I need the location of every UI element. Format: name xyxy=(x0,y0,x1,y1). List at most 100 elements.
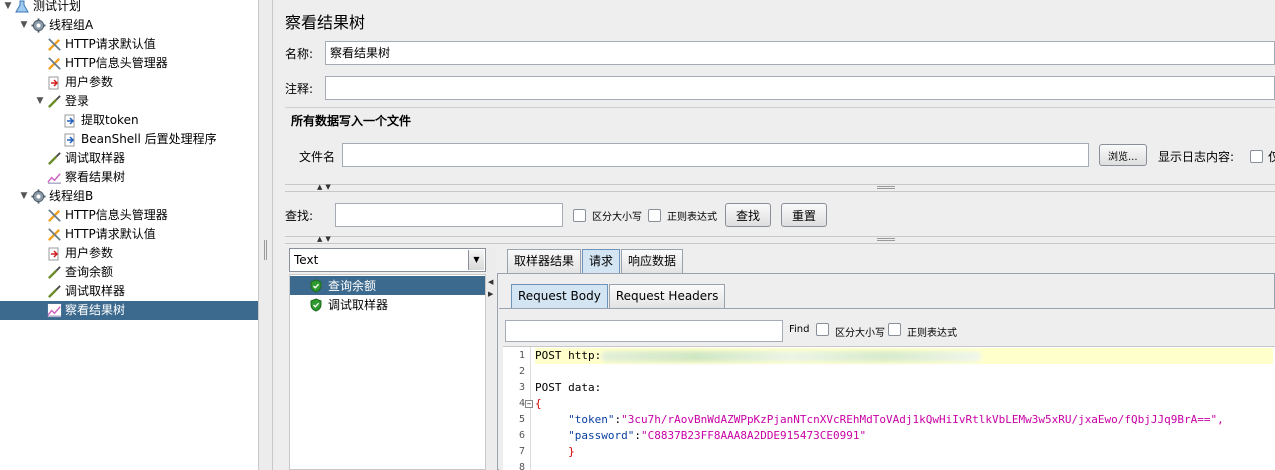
detail-tab-0[interactable]: 取样器结果 xyxy=(507,249,582,273)
search-input[interactable] xyxy=(335,203,563,227)
browse-button[interactable]: 浏览... xyxy=(1099,144,1147,166)
line-number: 5 xyxy=(518,414,525,425)
middle-divider[interactable] xyxy=(285,236,1275,244)
results-splitter[interactable]: ◀ ▶ xyxy=(486,248,496,470)
detail-tab-2[interactable]: 响应数据 xyxy=(621,249,684,273)
tree-node[interactable]: HTTP信息头管理器 xyxy=(34,206,172,225)
code-line: "token":"3cu7h/rAovBnWdAZWPpKzPjanNTcnXV… xyxy=(568,413,1224,426)
regex-checkbox[interactable] xyxy=(648,208,661,222)
line-number: 1 xyxy=(518,350,525,361)
preprocessor-icon xyxy=(46,246,62,262)
sample-result-item[interactable]: 查询余额 xyxy=(290,276,485,295)
middle-divider-arrows[interactable]: ▲▼ xyxy=(317,235,334,243)
tree-node[interactable]: 察看结果树 xyxy=(0,301,258,320)
tree-splitter[interactable] xyxy=(259,0,273,470)
tree-node[interactable]: 调试取样器 xyxy=(34,149,129,168)
chevron-down-icon[interactable]: ▼ xyxy=(18,16,30,35)
comment-row: 注释: xyxy=(285,76,1275,100)
request-body-editor[interactable]: 1 2 3 4−5 6 7 8 POST http: POST data: { "token":… xyxy=(503,346,1275,470)
fold-toggle-icon[interactable]: − xyxy=(525,400,533,408)
chevron-down-icon[interactable]: ▼ xyxy=(18,187,30,206)
wrench-icon xyxy=(46,208,62,224)
tree-node[interactable]: HTTP请求默认值 xyxy=(34,35,160,54)
case-sensitive-checkbox[interactable] xyxy=(573,208,586,222)
tree-node-label: HTTP请求默认值 xyxy=(65,227,156,241)
tree-node[interactable]: ▼ 测试计划 xyxy=(2,0,85,16)
file-group-title: 所有数据写入一个文件 xyxy=(291,114,412,128)
code-line: "password":"C8837B23FF8AAA8A2DDE915473CE… xyxy=(568,429,867,442)
listener-icon xyxy=(46,303,62,319)
search-row: 查找: 区分大小写 正则表达式 查找 重置 xyxy=(285,203,828,227)
renderer-select[interactable]: Text ▼ xyxy=(289,248,486,272)
tree-node[interactable]: 察看结果树 xyxy=(34,168,129,187)
code-text: POST data: xyxy=(535,381,602,394)
sample-result-label: 查询余额 xyxy=(328,279,377,293)
pipette-icon xyxy=(46,151,62,167)
detail-tabs: 取样器结果 请求 响应数据 xyxy=(507,249,684,273)
middle-divider-grip[interactable] xyxy=(877,238,895,241)
tree-node[interactable]: 提取token xyxy=(50,111,143,130)
tree-node-label: 测试计划 xyxy=(33,0,82,13)
filename-input[interactable] xyxy=(342,143,1089,167)
body-case-checkbox[interactable] xyxy=(816,323,829,336)
name-row: 名称: 察看结果树 xyxy=(285,41,1275,65)
tree-node[interactable]: ▼ 登录 xyxy=(34,92,93,111)
tree-node-label: 调试取样器 xyxy=(65,151,126,165)
tree-node[interactable]: 用户参数 xyxy=(34,244,117,263)
code-line: POST http: xyxy=(535,348,1273,364)
sample-results-list[interactable]: 查询余额调试取样器 xyxy=(289,274,486,470)
divider-arrows[interactable]: ▲▼ xyxy=(317,183,334,191)
tree-node[interactable]: 用户参数 xyxy=(34,73,117,92)
sample-result-item[interactable]: 调试取样器 xyxy=(290,295,485,314)
chevron-down-icon[interactable]: ▼ xyxy=(2,0,14,16)
log-display-label: 显示日志内容: xyxy=(1158,150,1235,164)
line-number: 3 xyxy=(518,382,525,393)
panel-title: 察看结果树 xyxy=(285,13,366,32)
tree-node-label: 调试取样器 xyxy=(65,284,126,298)
postprocessor-icon xyxy=(62,113,78,129)
chevron-down-icon[interactable]: ▼ xyxy=(468,250,484,270)
collapse-left-icon[interactable]: ◀ xyxy=(488,278,493,286)
test-plan-icon xyxy=(14,0,30,15)
tree-node-label: HTTP信息头管理器 xyxy=(65,56,168,70)
tree-node[interactable]: HTTP信息头管理器 xyxy=(34,54,172,73)
code-text: } xyxy=(535,445,575,458)
log-errors-only-checkbox[interactable] xyxy=(1250,150,1263,163)
tree-node[interactable]: 查询余额 xyxy=(34,263,117,282)
name-label: 名称: xyxy=(285,46,314,61)
collapse-right-icon[interactable]: ▶ xyxy=(488,290,493,298)
wrench-icon xyxy=(46,37,62,53)
detail-tab-1[interactable]: 请求 xyxy=(582,249,621,273)
name-input[interactable]: 察看结果树 xyxy=(325,41,1275,65)
body-regex-checkbox[interactable] xyxy=(888,323,901,336)
request-subtabs: Request Body Request Headers xyxy=(511,284,726,308)
tree-node-label: 线程组A xyxy=(49,18,94,32)
shield-icon xyxy=(308,297,324,313)
postprocessor-icon xyxy=(62,132,78,148)
divider-grip[interactable] xyxy=(877,186,895,189)
tree-node-label: 查询余额 xyxy=(65,265,114,279)
request-subtab-0[interactable]: Request Body xyxy=(511,284,608,308)
json-key: "password" xyxy=(568,429,635,442)
tree-node[interactable]: ▼ 线程组A xyxy=(18,16,97,35)
comment-input[interactable] xyxy=(325,76,1275,100)
reset-button[interactable]: 重置 xyxy=(781,203,828,227)
tree-node[interactable]: 调试取样器 xyxy=(34,282,129,301)
request-subtab-1[interactable]: Request Headers xyxy=(608,284,726,308)
view-results-tree-panel: 察看结果树 名称: 察看结果树 注释: 所有数据写入一个文件 文件名 浏览...… xyxy=(273,0,1275,470)
tree-node[interactable]: ▼ 线程组B xyxy=(18,187,97,206)
tree-node-label: 登录 xyxy=(65,94,90,108)
tree-node[interactable]: BeanShell 后置处理程序 xyxy=(50,130,221,149)
pipette-icon xyxy=(46,284,62,300)
body-case-label: 区分大小写 xyxy=(835,328,885,339)
splitter-grip[interactable] xyxy=(264,240,267,260)
top-divider[interactable] xyxy=(285,184,1275,192)
tree-node[interactable]: HTTP请求默认值 xyxy=(34,225,160,244)
shield-icon xyxy=(308,278,324,294)
test-plan-tree[interactable]: ▼ 测试计划 ▼ 线程组A HTTP请求默认值 HTTP信息头管理器 用户参数 ▼ 登录 提取to… xyxy=(0,0,259,470)
chevron-down-icon[interactable]: ▼ xyxy=(34,92,46,111)
file-write-group: 所有数据写入一个文件 文件名 浏览... 显示日志内容: 仅 xyxy=(285,107,1275,181)
find-button[interactable]: 查找 xyxy=(725,203,772,227)
body-find-input[interactable] xyxy=(505,320,783,342)
body-find-label: Find xyxy=(789,324,810,335)
